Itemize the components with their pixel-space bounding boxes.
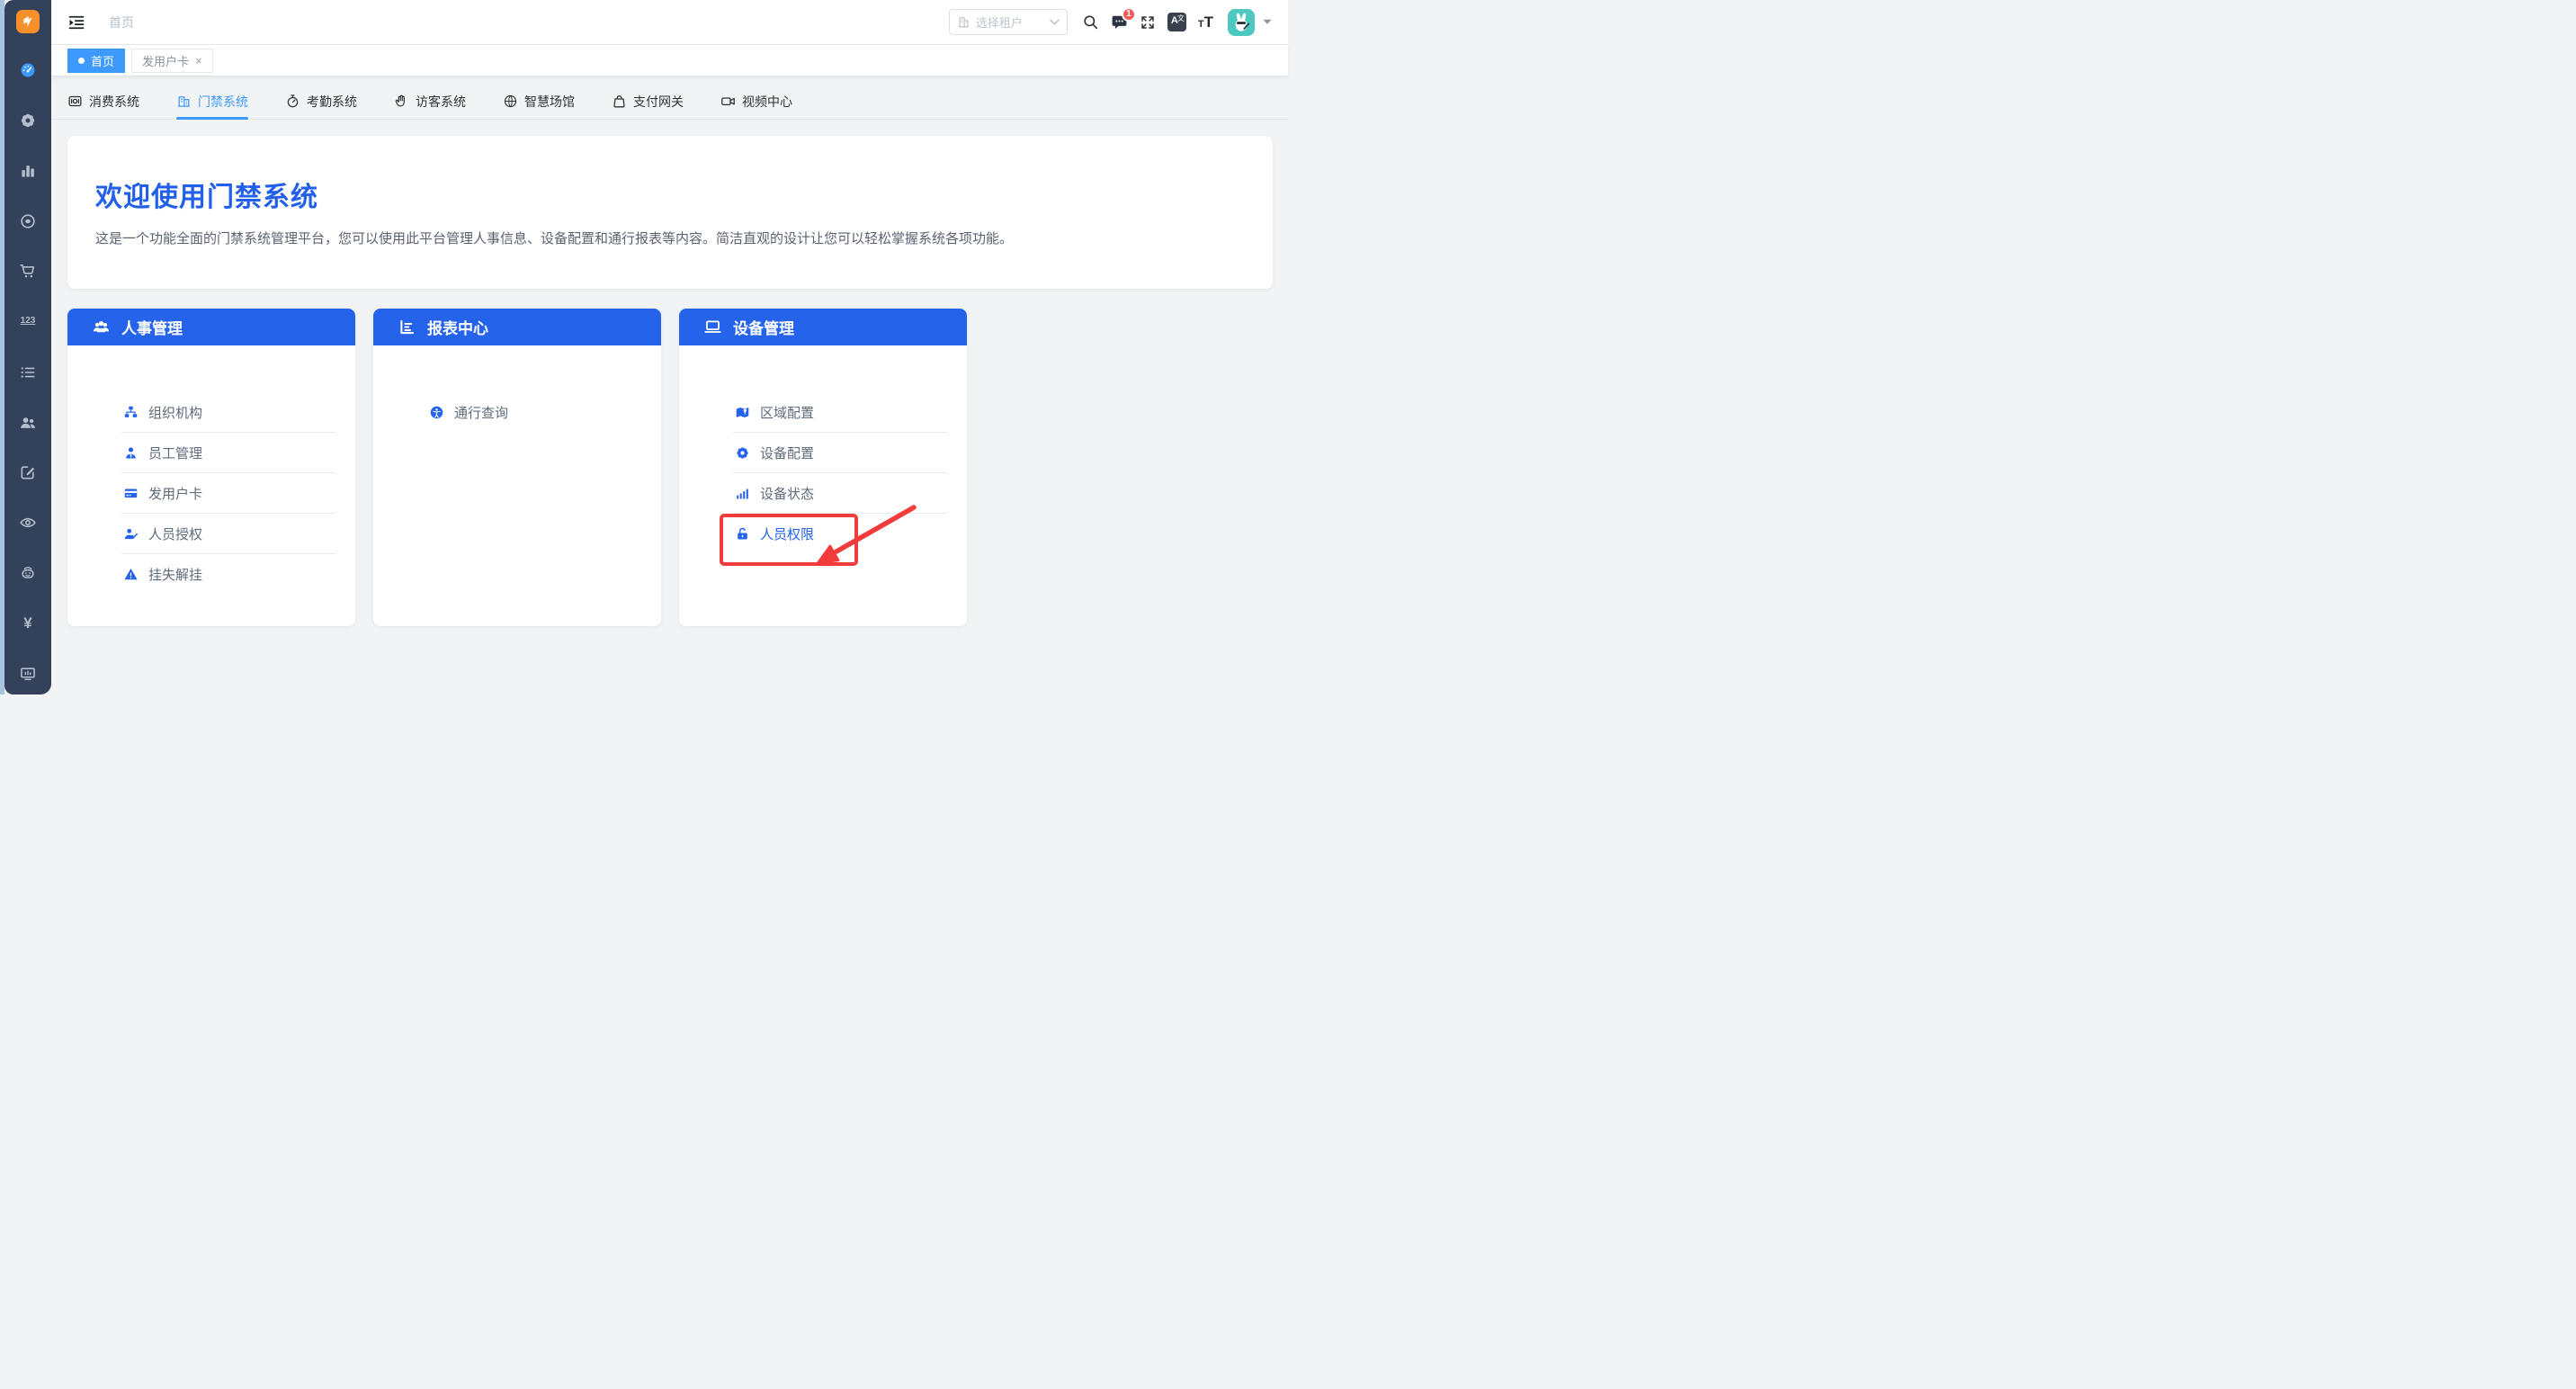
module-tab-bar: 消费系统 门禁系统 考勤系统 访客系统 智慧场馆	[51, 85, 1288, 120]
card-reports-header: 报表中心	[373, 309, 661, 345]
tab-attendance-system[interactable]: 考勤系统	[285, 85, 357, 119]
card-devices-header: 设备管理	[679, 309, 967, 345]
menu-item-pass-query[interactable]: 通行查询	[373, 392, 661, 433]
pass-query-icon	[429, 405, 444, 420]
card-title: 人事管理	[121, 316, 183, 338]
sidebar-item-gear-icon[interactable]	[19, 112, 37, 130]
warning-icon	[123, 567, 139, 582]
menu-item-loss-report[interactable]: 挂失解挂	[67, 554, 355, 595]
search-icon[interactable]	[1082, 13, 1099, 31]
sidebar-item-bar-chart-icon[interactable]	[19, 162, 37, 180]
menu-item-person-authorize[interactable]: 人员授权	[67, 514, 355, 554]
team-icon	[92, 318, 111, 336]
collapse-menu-icon[interactable]	[67, 13, 85, 31]
gear-icon	[735, 445, 750, 461]
sidebar-item-users-icon[interactable]	[19, 414, 37, 432]
route-tab-bar: 首页 发用户卡 ×	[51, 45, 1288, 76]
card-title: 设备管理	[733, 316, 794, 338]
menu-item-device-status[interactable]: 设备状态	[679, 473, 967, 514]
app-logo-icon[interactable]	[16, 10, 40, 33]
unlock-icon	[735, 526, 750, 542]
caret-down-icon[interactable]	[1263, 19, 1272, 25]
sidebar-item-eye-icon[interactable]	[19, 514, 37, 532]
chevron-down-icon	[1050, 19, 1060, 26]
sidebar: 123	[0, 0, 51, 694]
card-title: 报表中心	[427, 316, 488, 338]
route-tab-home[interactable]: 首页	[67, 49, 125, 73]
card-personnel-header: 人事管理	[67, 309, 355, 345]
sidebar-item-cart-icon[interactable]	[19, 262, 37, 280]
route-tab-issue-card[interactable]: 发用户卡 ×	[131, 49, 213, 73]
tab-smart-venue[interactable]: 智慧场馆	[503, 85, 575, 119]
tab-payment-gateway[interactable]: 支付网关	[612, 85, 684, 119]
payment-bag-icon	[612, 94, 627, 109]
menu-item-device-config[interactable]: 设备配置	[679, 433, 967, 473]
building-icon	[957, 15, 970, 29]
translate-icon[interactable]: A 文	[1167, 13, 1186, 31]
tenant-select[interactable]: 选择租户	[949, 9, 1068, 35]
map-marker-icon	[735, 405, 750, 420]
sidebar-item-yen-icon[interactable]: ¥	[19, 614, 37, 632]
sidebar-item-task-list-icon[interactable]	[19, 363, 37, 381]
card-reports: 报表中心 通行查询	[373, 309, 661, 626]
active-tab-dot	[78, 58, 85, 64]
sidebar-panel: 123	[4, 0, 51, 694]
top-bar: 首页 选择租户 1	[51, 0, 1288, 45]
card-devices: 设备管理 区域配置 设备配置	[679, 309, 967, 626]
sidebar-item-edit-icon[interactable]	[19, 463, 37, 481]
welcome-card: 欢迎使用门禁系统 这是一个功能全面的门禁系统管理平台，您可以使用此平台管理人事信…	[67, 136, 1273, 289]
access-building-icon	[176, 94, 192, 109]
sidebar-item-robot-icon[interactable]	[19, 564, 37, 582]
tenant-select-placeholder: 选择租户	[976, 13, 1050, 31]
video-camera-icon	[720, 94, 736, 109]
id-card-icon	[123, 486, 139, 501]
report-chart-icon	[398, 318, 416, 336]
avatar[interactable]	[1228, 9, 1255, 36]
stopwatch-icon	[285, 94, 300, 109]
signal-bars-icon	[735, 486, 750, 501]
menu-item-person-permission[interactable]: 人员权限	[679, 514, 967, 554]
menu-item-org-structure[interactable]: 组织机构	[67, 392, 355, 433]
laptop-icon	[703, 318, 722, 336]
font-size-icon[interactable]: TT	[1198, 14, 1213, 30]
venue-globe-icon	[503, 94, 518, 109]
notification-badge: 1	[1122, 7, 1136, 22]
user-check-icon	[123, 526, 139, 542]
close-tab-icon[interactable]: ×	[195, 54, 202, 67]
message-icon[interactable]: 1	[1111, 13, 1128, 31]
menu-item-area-config[interactable]: 区域配置	[679, 392, 967, 433]
consume-card-icon	[67, 94, 83, 109]
welcome-description: 这是一个功能全面的门禁系统管理平台，您可以使用此平台管理人事信息、设备配置和通行…	[95, 229, 1246, 247]
visitor-hand-icon	[394, 94, 409, 109]
sidebar-item-disc-icon[interactable]	[19, 212, 37, 230]
breadcrumb: 首页	[109, 13, 134, 31]
main-area: 首页 选择租户 1	[51, 0, 1288, 694]
tab-visitor-system[interactable]: 访客系统	[394, 85, 466, 119]
sidebar-item-numbers-123-icon[interactable]: 123	[19, 312, 37, 330]
user-tie-icon	[123, 445, 139, 461]
tab-video-center[interactable]: 视频中心	[720, 85, 792, 119]
sitemap-icon	[123, 405, 139, 420]
tab-consume-system[interactable]: 消费系统	[67, 85, 139, 119]
card-personnel: 人事管理 组织机构 员工管理	[67, 309, 355, 626]
menu-item-issue-card[interactable]: 发用户卡	[67, 473, 355, 514]
welcome-title: 欢迎使用门禁系统	[95, 175, 1246, 214]
sidebar-item-monitor-chart-icon[interactable]	[19, 665, 37, 683]
menu-item-employee-mgmt[interactable]: 员工管理	[67, 433, 355, 473]
sidebar-item-dashboard-icon[interactable]	[19, 61, 37, 79]
tab-access-system[interactable]: 门禁系统	[176, 85, 248, 119]
module-cards: 人事管理 组织机构 员工管理	[67, 309, 967, 626]
fullscreen-icon[interactable]	[1140, 14, 1156, 31]
